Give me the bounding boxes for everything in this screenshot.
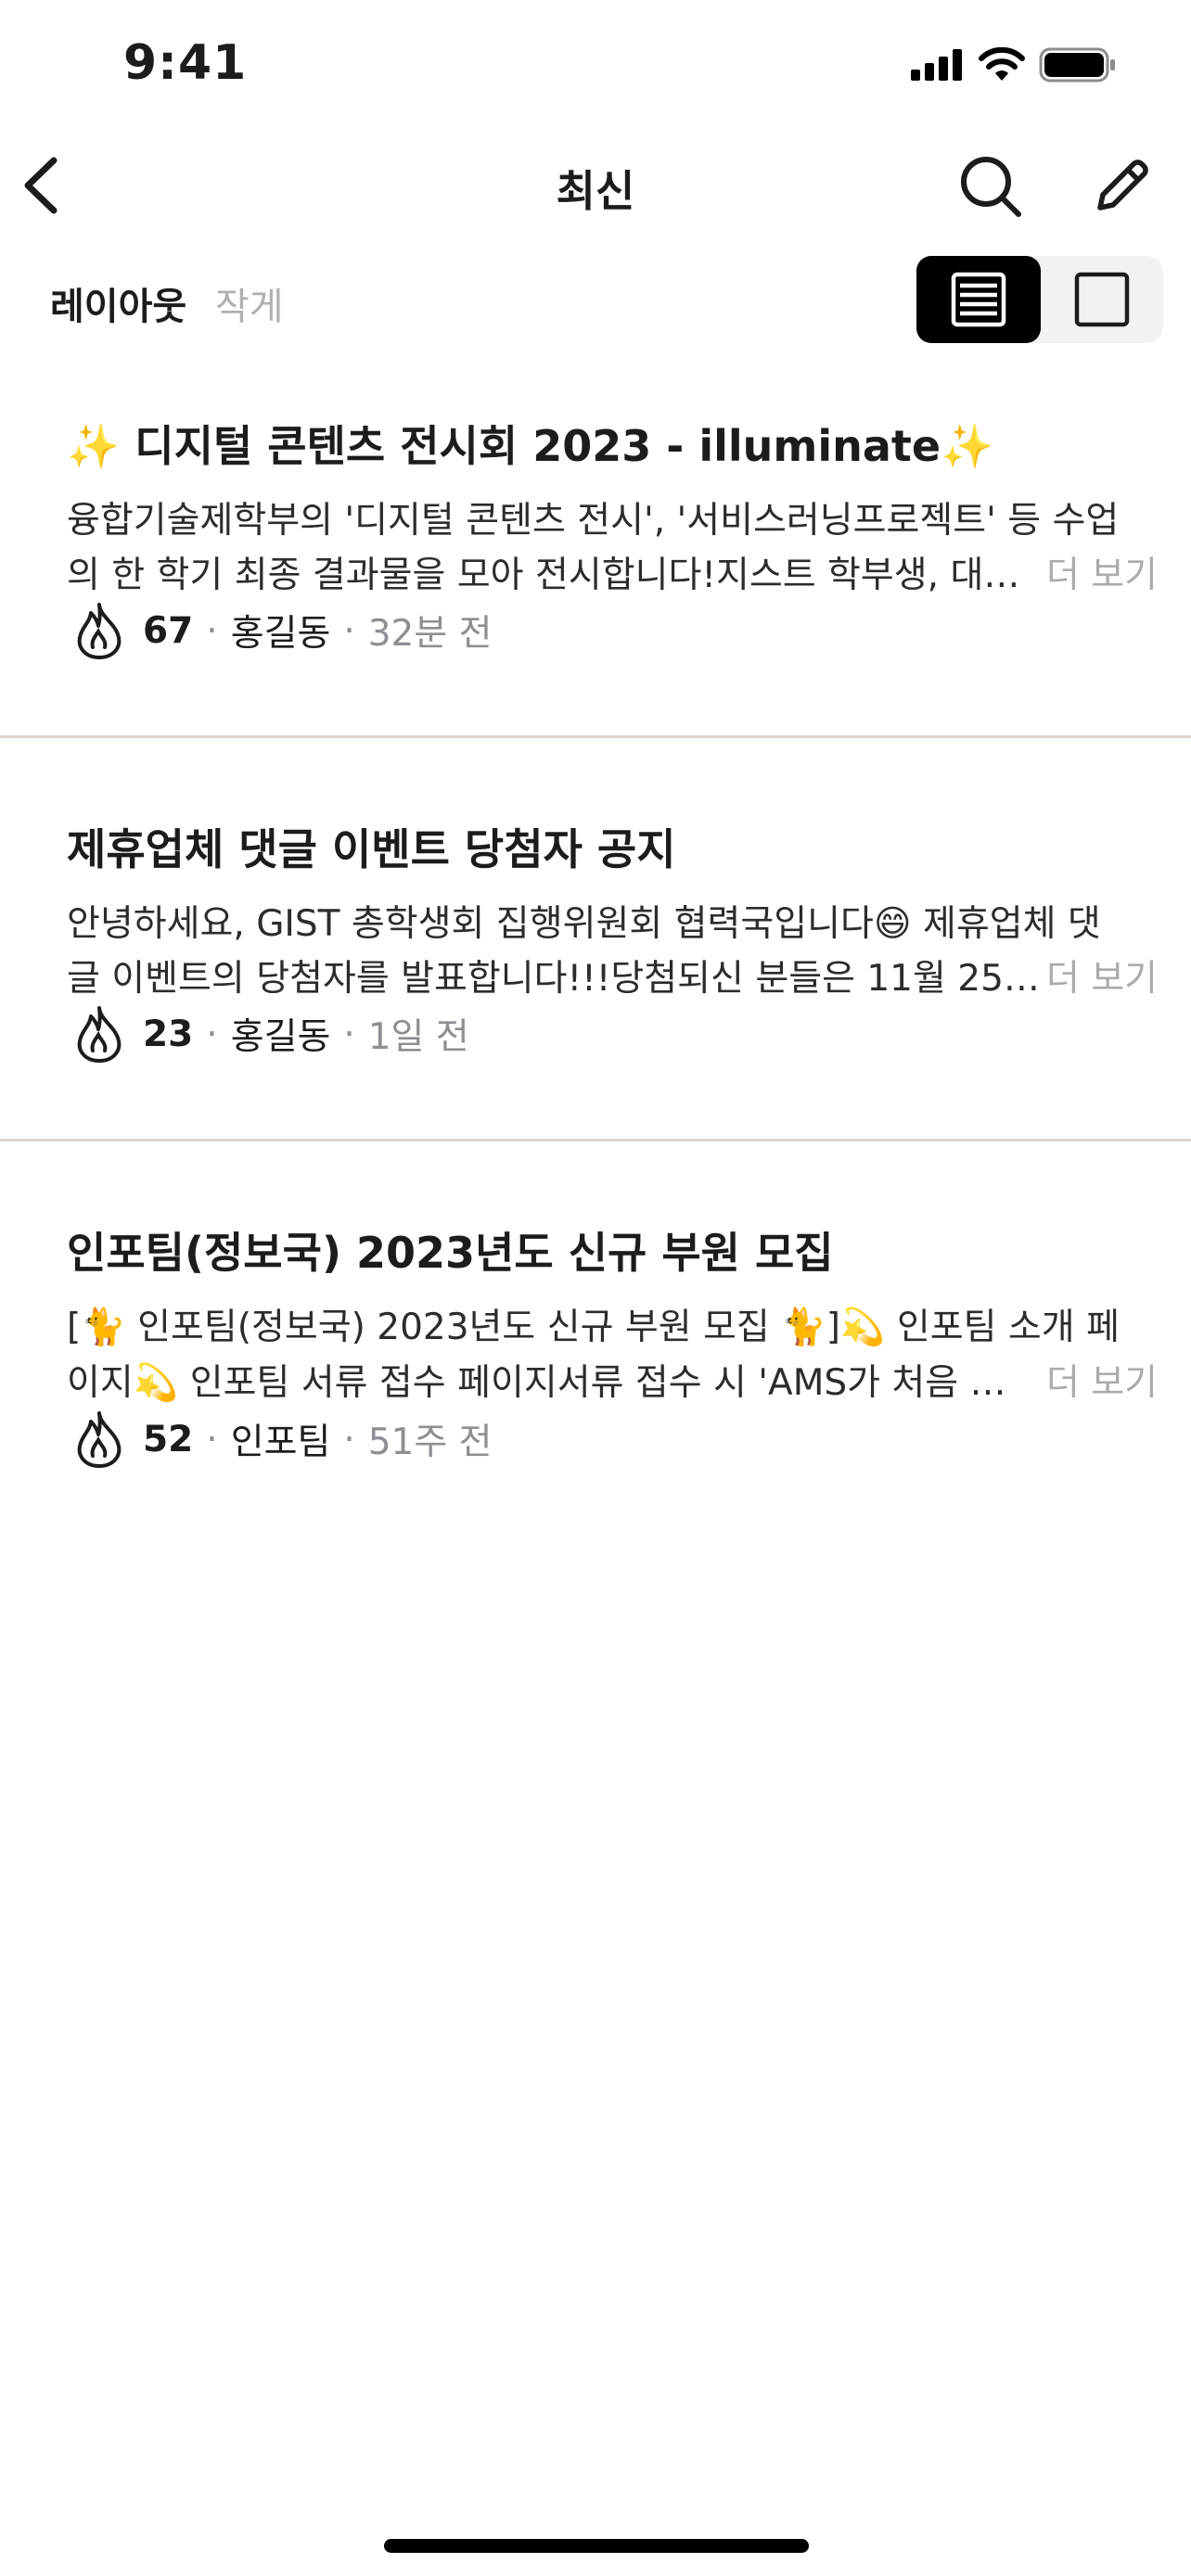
meta-separator: · bbox=[343, 1418, 355, 1460]
post-time: 32분 전 bbox=[367, 613, 493, 655]
list-view-icon bbox=[951, 272, 1006, 327]
post-author: 홍길동 bbox=[230, 1016, 331, 1058]
post-title: 제휴업체 댓글 이벤트 당첨자 공지 bbox=[67, 824, 676, 874]
post-meta: 52 · 인포팀 · 51주 전 bbox=[72, 1409, 493, 1469]
post-preview-line: 융합기술제학부의 '디지털 콘텐츠 전시', '서비스러닝프로젝트' 등 수업 bbox=[67, 500, 1120, 542]
post-preview-line: 글 이벤트의 당첨자를 발표합니다!!!당첨되신 분들은 11월 25… bbox=[67, 958, 1040, 1000]
post-meta: 23 · 홍길동 · 1일 전 bbox=[72, 1004, 469, 1064]
post-preview-line: 의 한 학기 최종 결과물을 모아 전시합니다!지스트 학부생, 대… bbox=[67, 555, 1020, 596]
search-icon bbox=[961, 157, 1021, 217]
post-meta: 67 · 홍길동 · 32분 전 bbox=[72, 601, 493, 660]
post-preview-line: 이지💫 인포팀 서류 접수 페이지서류 접수 시 'AMS가 처음 … bbox=[67, 1362, 1006, 1404]
search-button[interactable] bbox=[957, 153, 1024, 220]
wifi-icon bbox=[979, 47, 1025, 81]
status-time: 9:41 bbox=[123, 35, 248, 91]
meta-separator: · bbox=[343, 609, 355, 652]
post-time: 1일 전 bbox=[367, 1016, 469, 1058]
post-title: ✨ 디지털 콘텐츠 전시회 2023 - illuminate✨ bbox=[67, 421, 994, 471]
divider bbox=[0, 1139, 1191, 1141]
signal-icon bbox=[911, 49, 962, 81]
card-view-icon bbox=[1074, 272, 1130, 327]
meta-separator: · bbox=[206, 1418, 218, 1460]
card-view-button[interactable] bbox=[1041, 256, 1163, 343]
screen: 9:41 최신 레이아웃 작게 ✨ 디지털 콘텐츠 전시회 2023 - ill… bbox=[0, 0, 1191, 2576]
list-view-button[interactable] bbox=[916, 256, 1041, 343]
post-author: 인포팀 bbox=[230, 1422, 331, 1463]
read-more-link[interactable]: 더 보기 bbox=[1046, 546, 1158, 598]
post-author: 홍길동 bbox=[230, 613, 331, 655]
meta-separator: · bbox=[206, 1013, 218, 1055]
flame-icon[interactable] bbox=[72, 1409, 126, 1469]
meta-separator: · bbox=[343, 1013, 355, 1055]
read-more-link[interactable]: 더 보기 bbox=[1046, 1354, 1158, 1406]
layout-label: 레이아웃 bbox=[50, 286, 187, 328]
like-count: 23 bbox=[143, 1013, 194, 1055]
flame-icon[interactable] bbox=[72, 1004, 126, 1064]
home-indicator[interactable] bbox=[384, 2539, 809, 2553]
flame-icon[interactable] bbox=[72, 601, 126, 660]
like-count: 67 bbox=[143, 609, 194, 652]
status-icons bbox=[911, 46, 1117, 83]
read-more-link[interactable]: 더 보기 bbox=[1046, 950, 1158, 1001]
layout-size-selector[interactable]: 작게 bbox=[215, 276, 284, 330]
pencil-icon bbox=[1097, 159, 1148, 210]
post-preview-line: 안녕하세요, GIST 총학생회 집행위원회 협력국입니다😄 제휴업체 댓 bbox=[67, 903, 1101, 945]
post-preview-line: [🐈 인포팀(정보국) 2023년도 신규 부원 모집 🐈]💫 인포팀 소개 페 bbox=[67, 1307, 1120, 1348]
write-button[interactable] bbox=[1091, 154, 1154, 217]
post-time: 51주 전 bbox=[367, 1422, 493, 1463]
post-title: 인포팀(정보국) 2023년도 신규 부원 모집 bbox=[67, 1228, 834, 1278]
like-count: 52 bbox=[143, 1418, 194, 1460]
battery-icon bbox=[1039, 47, 1115, 83]
meta-separator: · bbox=[206, 609, 218, 652]
divider bbox=[0, 735, 1191, 738]
view-toggle bbox=[916, 256, 1163, 343]
